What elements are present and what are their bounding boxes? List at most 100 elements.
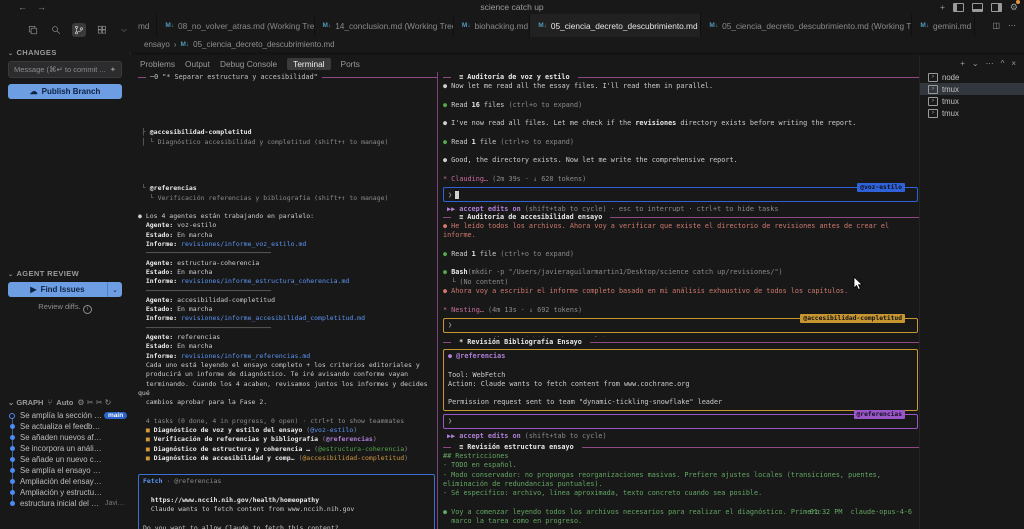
new-tab-icon[interactable]: + xyxy=(940,2,945,12)
commit-row[interactable]: Ampliación y estructuración del … xyxy=(10,487,130,498)
agent-status-line: ▶▶ accept edits on (shift+tab to cycle) … xyxy=(447,205,779,212)
commit-dot-icon xyxy=(10,468,15,473)
commit-dot-icon xyxy=(10,446,15,451)
maximize-panel-icon[interactable]: ^ xyxy=(1001,59,1005,68)
terminal-line: - Modo conservador: no propongas reorgan… xyxy=(443,470,885,488)
terminal-pane-lead[interactable]: ─0 "* Separar estructura y accesibilidad… xyxy=(138,72,437,529)
agent-input-box[interactable]: ❯ @accesibilidad-completitud xyxy=(443,313,918,333)
terminal-line: Estado: En marcha xyxy=(138,305,213,314)
terminal-area[interactable]: ─0 "* Separar estructura y accesibilidad… xyxy=(130,72,920,529)
commit-row[interactable]: Se actualiza el feedback para en… xyxy=(10,421,130,432)
agent-input-box[interactable]: ❯ @voz-estilo xyxy=(443,183,918,203)
terminal-pane-estructura-coherencia[interactable]: ≡ Revisión estructura ensayo ## Restricc… xyxy=(443,442,920,529)
breadcrumb-folder[interactable]: ensayo xyxy=(144,40,170,49)
tmux-pane-title: * Revisión Bibliografía Ensayo xyxy=(443,337,920,347)
commit-row[interactable]: Se amplía el ensayo con nuevas … xyxy=(10,465,130,476)
source-control-icon[interactable] xyxy=(72,23,86,37)
commit-row[interactable]: estructura inicial del ensayoJavi… xyxy=(10,498,130,509)
agent-badge: @accesibilidad-completitud xyxy=(800,313,905,323)
commit-row[interactable]: Se incorpora un análisis detallad… xyxy=(10,443,130,454)
editor-tab[interactable]: M↓ gemini.md xyxy=(912,14,975,37)
terminal-agent-column[interactable]: ≡ Auditoría de voz y estilo ● Now let me… xyxy=(443,72,920,529)
terminal-icon: > xyxy=(928,72,938,82)
tmux-pane-divider xyxy=(437,72,438,529)
layout-sidebar-icon[interactable] xyxy=(952,2,964,12)
title-bar: ← → science catch up + ⚙ xyxy=(0,0,1024,14)
commit-row[interactable]: Ampliación del ensayo con nuev… xyxy=(10,476,130,487)
breadcrumb-file[interactable]: 05_ciencia_decreto_descubrimiento.md xyxy=(193,40,334,49)
terminal-dropdown-icon[interactable]: ⌄ xyxy=(972,59,979,68)
sparkle-icon[interactable]: ✦ xyxy=(110,65,116,74)
commit-row[interactable]: Se añaden nuevos aforismos qu… xyxy=(10,432,130,443)
more-icon[interactable]: ⋯ xyxy=(986,59,994,68)
review-diffs-note: Review diffs. i xyxy=(0,302,130,314)
search-icon[interactable] xyxy=(49,23,63,37)
editor-tab[interactable]: M↓ 14_conclusion.md (Working Tree) xyxy=(315,14,454,37)
terminal-list-item[interactable]: > tmux xyxy=(920,83,1024,95)
terminal-pane-voz-estilo[interactable]: ≡ Auditoría de voz y estilo ● Now let me… xyxy=(443,72,920,212)
publish-branch-button[interactable]: ☁ Publish Branch xyxy=(8,84,122,99)
info-icon: i xyxy=(82,305,92,314)
terminal-pane-accesibilidad-completitud[interactable]: ≡ Auditoría de accesibilidad ensayo ● He… xyxy=(443,212,920,337)
agent-review-header[interactable]: ⌄ AGENT REVIEW xyxy=(8,269,130,278)
terminal-line: ● Ahora voy a escribir el informe comple… xyxy=(443,287,849,296)
terminal-line: - TODO en español. xyxy=(443,461,517,470)
extensions-icon[interactable] xyxy=(95,23,109,37)
terminal-list-item[interactable]: > node xyxy=(920,71,1024,83)
panel-tab-problems[interactable]: Problems xyxy=(140,59,175,69)
files-icon[interactable] xyxy=(26,23,40,37)
terminal-list-item[interactable]: > tmux xyxy=(920,107,1024,119)
close-panel-icon[interactable]: × xyxy=(1011,59,1016,68)
commit-message-input[interactable]: Message (⌘↵ to commit ... ✦ xyxy=(8,61,122,78)
new-terminal-icon[interactable]: + xyxy=(960,59,965,68)
mouse-cursor xyxy=(853,276,864,296)
split-editor-icon[interactable]: ◫ xyxy=(992,21,1000,30)
terminal-pane-referencias[interactable]: * Revisión Bibliografía Ensayo ● @refere… xyxy=(443,337,920,442)
terminal-line: Action: Claude wants to fetch content fr… xyxy=(448,379,690,388)
graph-auto-toggle[interactable]: Auto xyxy=(56,398,73,407)
more-actions-icon[interactable]: ⋯ xyxy=(1008,21,1016,30)
find-issues-dropdown[interactable]: ⌄ xyxy=(107,282,122,297)
panel-tab-ports[interactable]: Ports xyxy=(341,59,360,69)
terminal-list-toolbar[interactable]: + ⌄ ⋯ ^ × xyxy=(920,55,1024,71)
terminal-line: └ (No content) xyxy=(443,277,509,286)
terminal-list-item[interactable]: > tmux xyxy=(920,95,1024,107)
app-window: { "titlebar":{"title":"science catch up"… xyxy=(0,0,1024,529)
terminal-line: ■ Diagnóstico de estructura y coherencia… xyxy=(138,444,409,453)
graph-header[interactable]: ⌄ GRAPH xyxy=(8,398,43,407)
panel-tab-terminal[interactable]: Terminal xyxy=(287,57,331,70)
editor-tab[interactable]: M↓ 08_no_volver_atras.md (Working Tree) xyxy=(157,14,315,37)
terminal-line: ● Read 1 file (ctrl+o to expand) xyxy=(443,249,574,258)
terminal-line: ● He leído todos los archivos. Ahora voy… xyxy=(443,222,894,240)
editor-tab[interactable]: md xyxy=(130,14,158,37)
graph-toolbar[interactable]: ⚙ ✂ ✂ ↻ xyxy=(77,398,111,407)
commit-row[interactable]: Se añade un nuevo capítulo sob… xyxy=(10,454,130,465)
terminal-dialog-box: ● @referencias Tool: WebFetch Action: Cla… xyxy=(443,349,918,411)
editor-tab[interactable]: M↓ biohacking.md xyxy=(454,14,531,37)
chevron-down-icon[interactable] xyxy=(118,24,130,36)
layout-secondary-icon[interactable] xyxy=(990,2,1002,12)
commit-row[interactable]: Se amplía la sección so… main xyxy=(9,410,130,421)
agent-input-box[interactable]: ❯ @referencias xyxy=(443,409,918,429)
terminal-line: Cada uno está leyendo el ensayo completo… xyxy=(138,360,420,369)
editor-tab[interactable]: M↓05_ciencia_decreto_descubrimiento.md× xyxy=(530,14,702,37)
terminal-line: - Sé específico: archivo, línea aproxima… xyxy=(443,489,763,498)
find-issues-button[interactable]: ▶ Find Issues xyxy=(8,282,107,297)
editor-tab[interactable]: M↓ 05_ciencia_decreto_descubrimiento.md (… xyxy=(701,14,913,37)
panel-tab-output[interactable]: Output xyxy=(185,59,210,69)
editor-tab-bar: md M↓ 08_no_volver_atras.md (Working Tree)… xyxy=(130,14,1024,38)
changes-header[interactable]: ⌄ CHANGES xyxy=(8,48,130,57)
terminal-line: Estado: En marcha xyxy=(138,342,213,351)
gear-icon[interactable]: ⚙ xyxy=(1010,0,1020,13)
terminal-icon: > xyxy=(928,108,938,118)
panel-tab-debug-console[interactable]: Debug Console xyxy=(220,59,277,69)
layout-panel-icon[interactable] xyxy=(971,2,983,12)
